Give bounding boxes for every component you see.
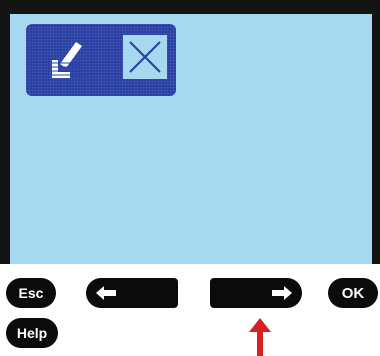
help-button[interactable]: Help <box>6 318 58 348</box>
icon-panel <box>26 24 176 96</box>
cancel-x-icon[interactable] <box>122 34 168 80</box>
arrow-right-icon <box>272 286 292 300</box>
left-arrow-button[interactable] <box>86 278 178 308</box>
bezel-right <box>372 0 380 264</box>
arrow-down-left-icon[interactable] <box>48 38 88 82</box>
device-frame: Esc OK Help <box>0 0 380 356</box>
arrow-left-icon <box>96 286 116 300</box>
right-arrow-button[interactable] <box>210 278 302 308</box>
esc-button[interactable]: Esc <box>6 278 56 308</box>
help-button-label: Help <box>16 325 48 341</box>
esc-button-label: Esc <box>18 285 44 301</box>
bezel-top <box>0 0 380 14</box>
bezel-left <box>0 0 10 264</box>
arrow-up-icon <box>249 318 271 356</box>
ok-button[interactable]: OK <box>328 278 378 308</box>
ok-button-label: OK <box>341 284 365 302</box>
display-screen <box>10 14 372 264</box>
softkey-bar: Esc OK Help <box>0 264 380 356</box>
